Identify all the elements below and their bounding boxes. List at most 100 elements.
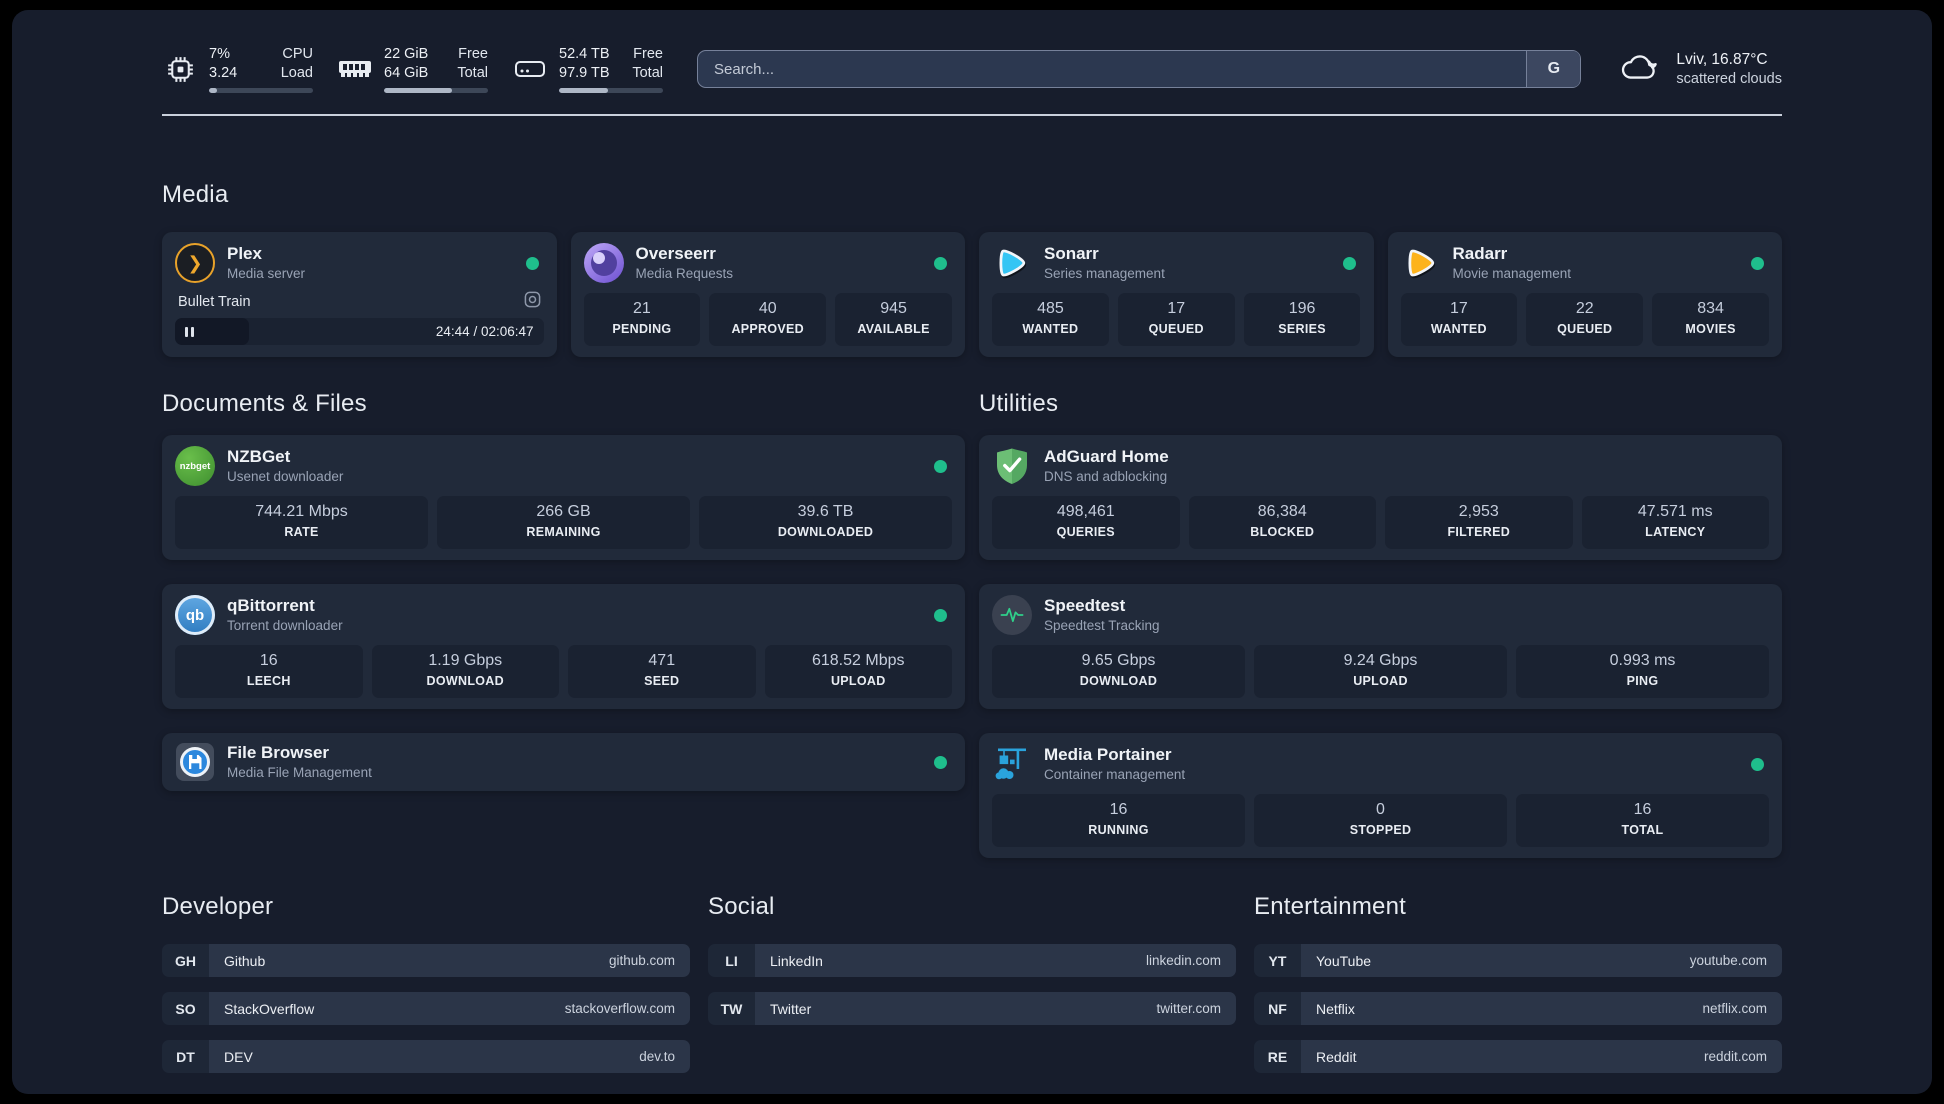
memory-free-value: 22 GiB bbox=[384, 46, 429, 62]
link-abbr-badge: NF bbox=[1254, 992, 1301, 1025]
filebrowser-icon bbox=[175, 742, 215, 782]
link-abbr-badge: TW bbox=[708, 992, 755, 1025]
header-divider bbox=[162, 114, 1782, 116]
service-name: Sonarr bbox=[1044, 244, 1099, 263]
search-input[interactable] bbox=[698, 60, 1527, 78]
playback-progress-bar: 24:44 / 02:06:47 bbox=[175, 318, 544, 345]
link-abbr-badge: RE bbox=[1254, 1040, 1301, 1073]
search-provider-button[interactable]: G bbox=[1526, 51, 1581, 87]
status-online-dot bbox=[1751, 757, 1764, 771]
service-card-filebrowser[interactable]: File Browser Media File Management bbox=[162, 733, 965, 791]
link-netflix[interactable]: NF Netflix netflix.com bbox=[1254, 992, 1782, 1025]
speedtest-icon bbox=[992, 595, 1032, 635]
search-bar[interactable]: G bbox=[697, 50, 1582, 88]
service-card-speedtest[interactable]: Speedtest Speedtest Tracking 9.65 Gbps DO… bbox=[979, 584, 1782, 709]
service-description: Media Requests bbox=[635, 266, 734, 281]
link-url: stackoverflow.com bbox=[564, 1001, 675, 1016]
cloud-icon bbox=[1617, 49, 1663, 90]
status-online-dot bbox=[934, 608, 947, 622]
pause-icon bbox=[185, 326, 194, 337]
stat-tile: 485 WANTED bbox=[992, 293, 1109, 346]
stat-tile: 86,384 BLOCKED bbox=[1188, 496, 1376, 549]
service-name: Speedtest bbox=[1044, 596, 1126, 615]
system-stats: 7% 3.24 CPU Load 22 GiB 64 GiB Free Total bbox=[162, 45, 663, 93]
radarr-icon bbox=[1401, 243, 1441, 283]
stat-tile: 39.6 TB DOWNLOADED bbox=[699, 496, 952, 549]
service-card-radarr[interactable]: Radarr Movie management 17 WANTED 22 QUEUE… bbox=[1387, 232, 1782, 357]
memory-stat: 22 GiB 64 GiB Free Total bbox=[337, 45, 488, 93]
link-stackoverflow[interactable]: SO StackOverflow stackoverflow.com bbox=[162, 992, 690, 1025]
link-name: Reddit bbox=[1316, 1048, 1357, 1065]
stat-tile: 16 LEECH bbox=[175, 645, 363, 698]
link-url: twitter.com bbox=[1156, 1001, 1221, 1016]
service-description: Container management bbox=[1044, 767, 1186, 782]
service-card-portainer[interactable]: Media Portainer Container management 16 R… bbox=[979, 733, 1782, 858]
link-linkedin[interactable]: LI LinkedIn linkedin.com bbox=[708, 944, 1236, 977]
status-online-dot bbox=[1751, 256, 1764, 270]
stat-tile: 17 QUEUED bbox=[1117, 293, 1235, 346]
stat-tile: 744.21 Mbps RATE bbox=[175, 496, 428, 549]
weather-widget: Lviv, 16.87°C scattered clouds bbox=[1617, 49, 1782, 90]
stat-tile: 17 WANTED bbox=[1400, 293, 1518, 346]
stat-tile: 40 APPROVED bbox=[709, 293, 827, 346]
link-name: Github bbox=[224, 952, 266, 969]
service-description: Torrent downloader bbox=[227, 618, 343, 633]
link-youtube[interactable]: YT YouTube youtube.com bbox=[1254, 944, 1782, 977]
portainer-icon bbox=[992, 744, 1032, 784]
status-online-dot bbox=[1342, 256, 1356, 270]
link-url: github.com bbox=[608, 953, 675, 968]
link-reddit[interactable]: RE Reddit reddit.com bbox=[1254, 1040, 1782, 1073]
memory-total-value: 64 GiB bbox=[384, 65, 429, 81]
stat-tile: 21 PENDING bbox=[583, 293, 701, 346]
link-url: reddit.com bbox=[1703, 1049, 1767, 1064]
media-section: Media ❯ Plex Media server Bullet Train 2… bbox=[162, 180, 1782, 357]
disk-icon bbox=[512, 56, 548, 82]
service-card-adguard[interactable]: AdGuard Home DNS and adblocking 498,461 Q… bbox=[979, 435, 1782, 560]
service-description: Movie management bbox=[1452, 266, 1572, 281]
stat-tile: 22 QUEUED bbox=[1526, 293, 1644, 346]
entertainment-links-section: Entertainment YT YouTube youtube.com NF N… bbox=[1254, 892, 1782, 1088]
link-url: dev.to bbox=[639, 1049, 675, 1064]
link-abbr-badge: GH bbox=[162, 944, 209, 977]
service-name: NZBGet bbox=[227, 447, 291, 466]
service-name: qBittorrent bbox=[227, 596, 315, 615]
link-url: linkedin.com bbox=[1145, 953, 1221, 968]
status-online-dot bbox=[934, 459, 947, 473]
link-abbr-badge: YT bbox=[1254, 944, 1301, 977]
service-card-qbittorrent[interactable]: qb qBittorrent Torrent downloader 16 LEEC… bbox=[162, 584, 965, 709]
link-abbr-badge: SO bbox=[162, 992, 209, 1025]
link-name: Netflix bbox=[1316, 1000, 1355, 1017]
overseerr-icon bbox=[583, 243, 624, 283]
weather-condition: scattered clouds bbox=[1676, 71, 1782, 87]
service-card-nzbget[interactable]: nzbget NZBGet Usenet downloader 744.21 M… bbox=[162, 435, 965, 560]
link-twitter[interactable]: TW Twitter twitter.com bbox=[708, 992, 1236, 1025]
social-links-section: Social LI LinkedIn linkedin.com TW Twitte… bbox=[708, 892, 1236, 1040]
stat-tile: 47.571 ms LATENCY bbox=[1581, 496, 1769, 549]
link-github[interactable]: GH Github github.com bbox=[162, 944, 690, 977]
link-dev[interactable]: DT DEV dev.to bbox=[162, 1040, 690, 1073]
stat-tile: 945 AVAILABLE bbox=[835, 293, 952, 346]
cpu-progress-bar bbox=[209, 88, 313, 93]
status-online-dot bbox=[525, 256, 539, 270]
stat-tile: 498,461 QUERIES bbox=[992, 496, 1180, 549]
service-description: Media File Management bbox=[227, 765, 372, 780]
service-card-sonarr[interactable]: Sonarr Series management 485 WANTED 17 QUE… bbox=[979, 232, 1374, 357]
memory-total-label: Total bbox=[457, 65, 488, 81]
disk-total-value: 97.9 TB bbox=[559, 65, 610, 81]
playback-time: 24:44 / 02:06:47 bbox=[435, 324, 534, 339]
stat-tile: 196 SERIES bbox=[1243, 293, 1361, 346]
cpu-stat: 7% 3.24 CPU Load bbox=[162, 45, 313, 93]
weather-location-temp: Lviv, 16.87°C bbox=[1676, 51, 1768, 68]
top-bar: 7% 3.24 CPU Load 22 GiB 64 GiB Free Total bbox=[162, 10, 1782, 102]
stat-tile: 266 GB REMAINING bbox=[437, 496, 690, 549]
adguard-icon bbox=[992, 446, 1032, 486]
link-name: Twitter bbox=[770, 1000, 812, 1017]
service-description: Usenet downloader bbox=[227, 469, 344, 484]
developer-section-title: Developer bbox=[162, 893, 274, 920]
service-card-plex[interactable]: ❯ Plex Media server Bullet Train 24:44 /… bbox=[162, 232, 557, 357]
link-url: netflix.com bbox=[1702, 1001, 1767, 1016]
link-name: YouTube bbox=[1316, 952, 1372, 969]
service-card-overseerr[interactable]: Overseerr Media Requests 21 PENDING 40 APP… bbox=[570, 232, 965, 357]
memory-free-label: Free bbox=[458, 46, 488, 62]
disk-progress-bar bbox=[559, 88, 663, 93]
